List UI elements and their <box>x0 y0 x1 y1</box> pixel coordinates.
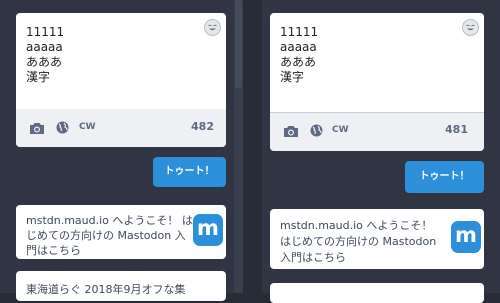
compose-textarea[interactable]: 11111 aaaaa あああ 漢字 <box>26 25 196 85</box>
cw-toggle[interactable]: CW <box>79 122 96 132</box>
scrollbar-left[interactable] <box>234 0 243 293</box>
compose-box: 11111 aaaaa あああ 漢字 CW 481 <box>270 13 484 151</box>
compose-toolbar: CW 482 <box>16 109 226 147</box>
next-card[interactable]: 東海道らぐ 2018年9月オフな集 <box>16 271 226 301</box>
next-card-text: 東海道らぐ 2018年9月オフな集 <box>26 283 186 296</box>
compose-textarea[interactable]: 11111 aaaaa あああ 漢字 <box>280 25 454 85</box>
emoji-icon[interactable] <box>462 19 479 36</box>
mastodon-logo: m <box>451 221 481 253</box>
mastodon-logo: m <box>193 214 223 246</box>
scrollbar-thumb[interactable] <box>235 0 242 88</box>
next-card[interactable] <box>270 283 484 303</box>
welcome-card[interactable]: mstdn.maud.io へようこそ！ はじめての方向けの Mastodon … <box>270 209 484 269</box>
toot-button[interactable]: トゥート！ <box>153 157 226 187</box>
camera-icon[interactable] <box>283 125 299 138</box>
emoji-icon[interactable] <box>204 19 221 36</box>
compose-box: 11111 aaaaa あああ 漢字 CW 482 <box>16 13 226 147</box>
globe-icon[interactable] <box>310 124 323 137</box>
welcome-text: mstdn.maud.io へようこそ！ は じめての方向けの Mastodon… <box>26 214 193 257</box>
camera-icon[interactable] <box>29 122 45 135</box>
toot-button[interactable]: トゥート！ <box>405 161 484 193</box>
globe-icon[interactable] <box>56 121 69 134</box>
character-counter: 481 <box>445 123 468 136</box>
welcome-text: mstdn.maud.io へようこそ！ はじめての方向けの Mastodon … <box>280 219 437 264</box>
cw-toggle[interactable]: CW <box>332 125 349 135</box>
welcome-card[interactable]: mstdn.maud.io へようこそ！ は じめての方向けの Mastodon… <box>16 205 226 259</box>
character-counter: 482 <box>191 120 214 133</box>
column-left: 11111 aaaaa あああ 漢字 CW 482 トゥート！ mstdn.ma… <box>0 0 243 301</box>
column-right: 11111 aaaaa あああ 漢字 CW 481 トゥート！ mstdn.ma… <box>262 0 500 303</box>
compose-toolbar: CW 481 <box>270 112 484 151</box>
